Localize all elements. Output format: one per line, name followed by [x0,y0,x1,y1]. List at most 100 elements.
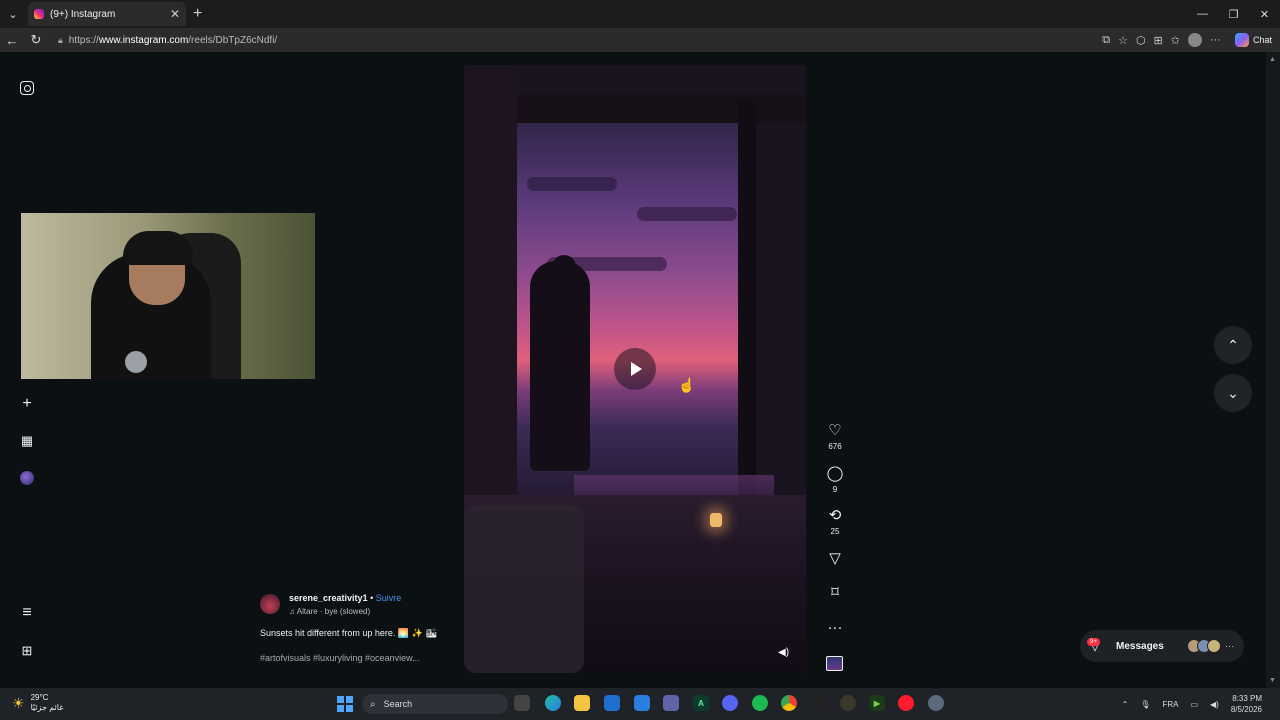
search-placeholder: Search [383,699,413,709]
url-prefix: https:// [68,34,99,46]
sofa [464,505,584,673]
like-action[interactable]: ♡ 676 [823,423,847,452]
app-record-icon[interactable] [811,695,827,711]
candle-light [710,513,722,527]
taskbar-search[interactable]: ⌕ Search [362,694,508,714]
chevron-down-icon: ⌄ [1227,384,1239,401]
network-icon[interactable]: ▭ [1190,700,1198,709]
comment-count: 9 [832,485,838,494]
system-tray: ⌃ 🎙︎ FRA ▭ ◀︎) 8:33 PM 8/5/2026 [1116,688,1280,720]
edge-icon[interactable] [545,695,561,711]
music-note-icon: ♫ [289,607,297,616]
create-plus-icon[interactable]: + [18,395,36,413]
copilot-icon [1234,33,1249,47]
opera-icon[interactable] [898,695,914,711]
weather-text: 29°C غائم جزئيًا [31,693,64,713]
follow-button[interactable]: Suivre [376,593,402,603]
search-icon: ⌕ [370,698,376,710]
close-window-icon[interactable]: ✕ [1249,0,1280,28]
messages-label: Messages [1116,640,1164,652]
instagram-logo-icon[interactable] [18,79,36,97]
also-from-meta-icon[interactable]: ⊞ [18,642,36,660]
page-scrollbar[interactable]: ▲ ▼ [1266,52,1280,688]
app-a-icon[interactable]: A [693,695,709,711]
play-button[interactable] [614,348,656,390]
dashboard-icon[interactable]: ▦ [18,432,36,450]
heart-icon[interactable]: ♡ [828,423,841,439]
weather-widget[interactable]: ☀ 29°C غائم جزئيًا [12,693,63,713]
restore-icon[interactable]: ❐ [1218,0,1249,28]
chrome-icon[interactable] [781,695,797,711]
discord-icon[interactable] [722,695,738,711]
new-tab-button[interactable]: + [193,5,202,23]
split-screen-icon[interactable]: ⧉ [1102,34,1110,47]
file-explorer-icon[interactable] [574,695,590,711]
next-reel-button[interactable]: ⌄ [1214,374,1252,412]
chevron-up-icon: ⌃ [1227,336,1239,353]
messages-button[interactable]: ▽ 9+ Messages ··· [1080,630,1244,662]
audio-thumbnail[interactable] [826,656,843,671]
minimize-icon[interactable]: — [1187,0,1218,28]
profile-avatar[interactable] [18,469,36,487]
microphone-icon[interactable]: 🎙︎ [1140,700,1150,709]
volume-icon[interactable]: ◀︎) [1210,700,1219,709]
xbox-icon[interactable] [840,695,856,711]
refresh-icon[interactable]: ↻ [24,28,48,52]
clock[interactable]: 8:33 PM 8/5/2026 [1231,693,1262,715]
tab-close-icon[interactable]: ✕ [170,7,180,21]
profile-avatar-icon[interactable] [1187,33,1202,47]
store-icon[interactable] [634,695,650,711]
spotify-icon[interactable] [752,695,768,711]
outlook-icon[interactable] [604,695,620,711]
copilot-chat-button[interactable]: Chat [1234,33,1272,47]
repost-action[interactable]: ⟲ 25 [823,508,847,537]
avatar [1207,639,1221,653]
scroll-up-icon[interactable]: ▲ [1269,56,1277,63]
address-toolbar: ← ↻ 🔒︎ https:// www.instagram.com /reels… [0,28,1280,52]
author-name[interactable]: serene_creativity1 [289,593,368,603]
author-line: serene_creativity1 • Suivre [289,593,401,603]
sound-icon[interactable]: ◀︎) [778,647,789,658]
extensions-icon[interactable]: ⬡ [1136,34,1146,47]
weather-condition: غائم جزئيًا [30,703,64,712]
settings-icon[interactable] [928,695,944,711]
tab-title: (9+) Instagram [50,8,116,20]
more-icon[interactable]: ··· [828,620,843,636]
favorites-icon[interactable]: ✩ [1171,34,1180,47]
previous-reel-button[interactable]: ⌃ [1214,326,1252,364]
menu-hamburger-icon[interactable]: ≡ [18,604,36,622]
comment-action[interactable]: ◯ 9 [823,466,847,495]
webcam-overlay [21,213,315,379]
lock-icon: 🔒︎ [58,34,63,45]
reel-video[interactable]: ☝ ◀︎) [464,65,806,673]
windows-taskbar: ☀ 29°C غائم جزئيًا ⌕ Search A ▶ ⌃ 🎙︎ FRA… [0,688,1280,720]
start-button[interactable] [337,696,353,712]
task-view-icon[interactable] [514,695,530,711]
bookmark-icon[interactable]: ⌑ [831,585,839,601]
tray-overflow-icon[interactable]: ⌃ [1122,700,1129,709]
app-terminal-icon[interactable]: ▶ [869,695,885,711]
audio-line[interactable]: ♫ Altare · bye (slowed) [289,607,370,616]
save-action[interactable]: ⌑ [823,585,847,601]
comment-icon[interactable]: ◯ [827,466,844,482]
favorite-star-icon[interactable]: ☆ [1118,34,1128,47]
author-avatar[interactable] [260,594,280,614]
send-icon[interactable]: ▽ [829,551,841,567]
notification-badge: 9+ [1087,638,1100,646]
scroll-down-icon[interactable]: ▼ [1269,677,1277,684]
message-avatars: ··· [1187,639,1234,653]
instagram-favicon-icon [34,9,44,19]
tab-actions-menu-icon[interactable]: ⌄ [0,0,26,28]
post-caption: Sunsets hit different from up here. 🌅 ✨ … [260,628,437,638]
url-field[interactable]: 🔒︎ https:// www.instagram.com /reels/DbT… [52,30,1052,50]
tab-instagram[interactable]: (9+) Instagram ✕ [28,2,186,26]
back-arrow-icon[interactable]: ← [0,28,24,52]
repost-icon[interactable]: ⟲ [829,508,842,524]
post-hashtags[interactable]: #artofvisuals #luxuryliving #oceanview..… [260,653,420,663]
more-options[interactable]: ··· [823,620,847,636]
collections-icon[interactable]: ⊞ [1154,34,1163,47]
share-action[interactable]: ▽ [823,551,847,567]
language-indicator[interactable]: FRA [1162,700,1178,709]
settings-more-icon[interactable]: ··· [1210,34,1221,46]
teams-icon[interactable] [663,695,679,711]
